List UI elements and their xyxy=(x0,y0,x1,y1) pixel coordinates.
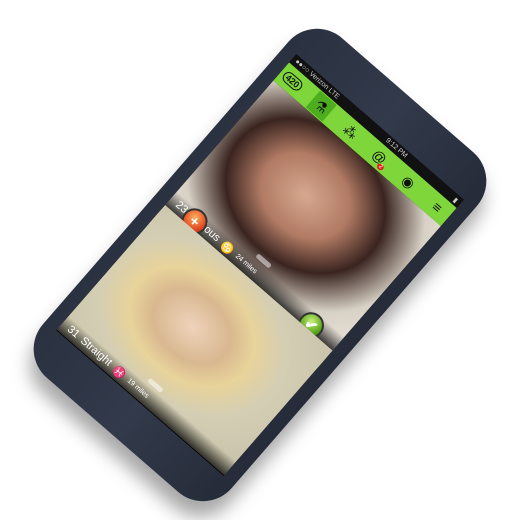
app-promo: ●●○○ Verizon LTE 9:12 PM ▮ 420 ⚗ ⁂ @2 ◉ … xyxy=(0,0,520,520)
battery-icon: ▮ xyxy=(451,196,460,205)
age: 31 xyxy=(64,323,82,341)
phone-screen: ●●○○ Verizon LTE 9:12 PM ▮ 420 ⚗ ⁂ @2 ◉ … xyxy=(56,54,464,476)
orientation: Straight xyxy=(77,334,115,369)
phone-frame: ●●○○ Verizon LTE 9:12 PM ▮ 420 ⚗ ⁂ @2 ◉ … xyxy=(18,13,502,517)
profile-caption: 31 Straight ♓ 19 miles xyxy=(56,315,237,476)
zodiac-icon: ♓ xyxy=(109,363,129,382)
